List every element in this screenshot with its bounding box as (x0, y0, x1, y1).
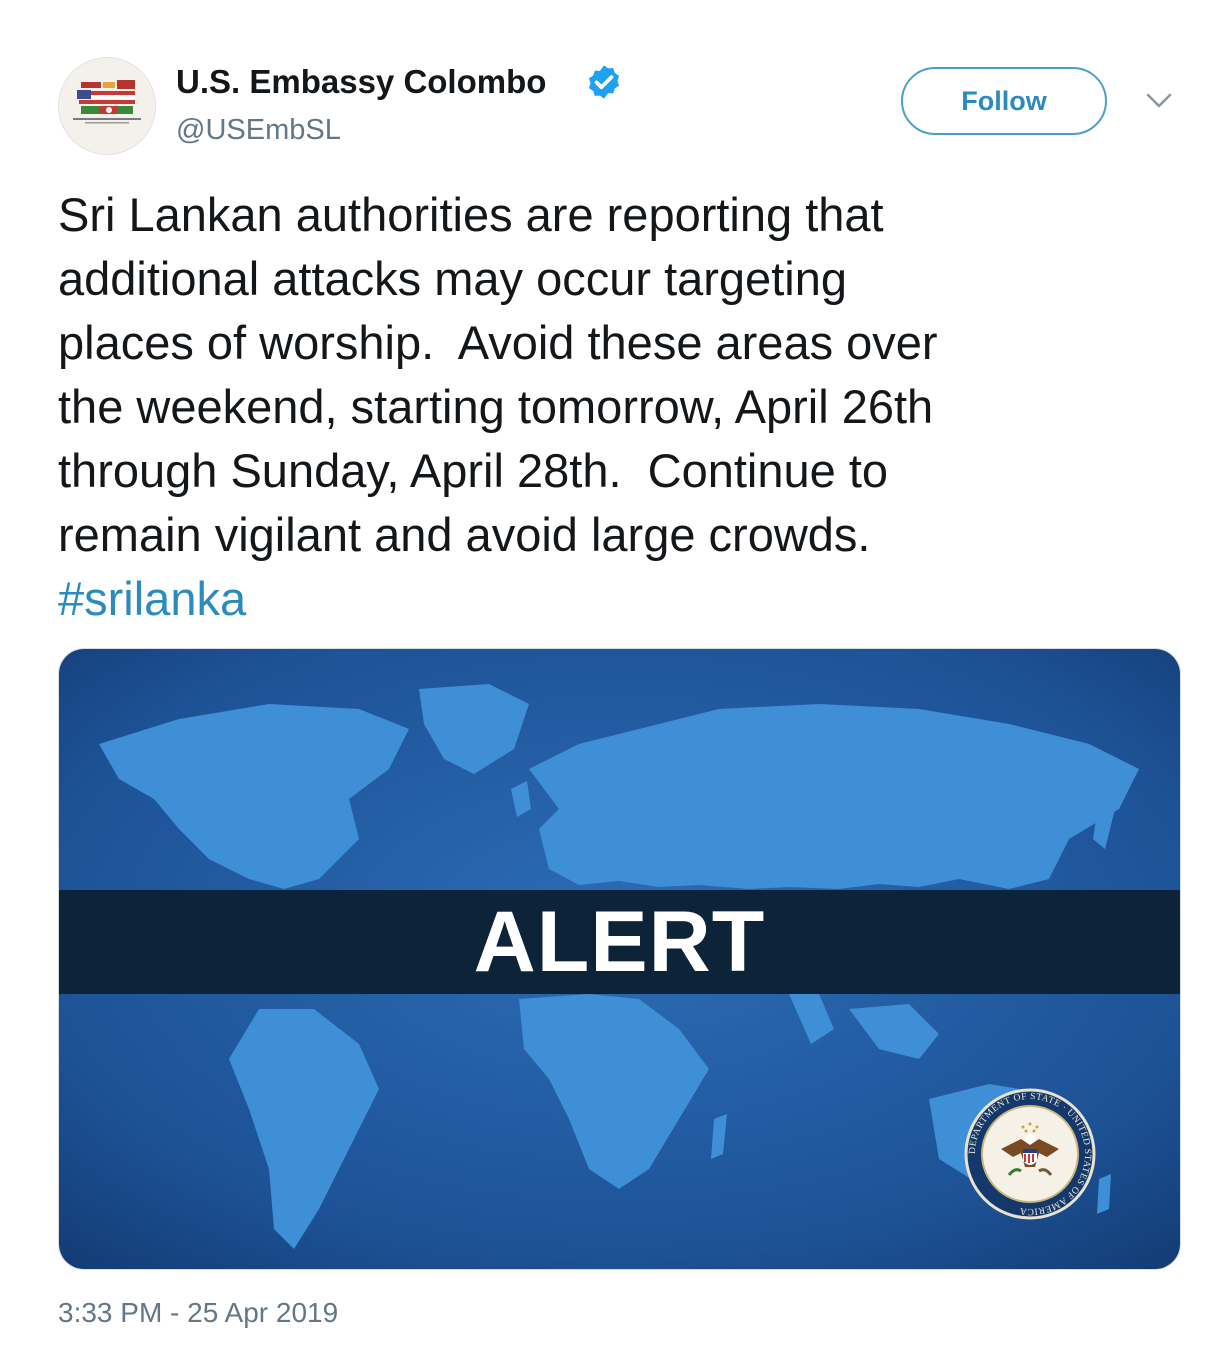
user-handle[interactable]: @USEmbSL (176, 110, 341, 150)
profile-avatar[interactable] (58, 57, 156, 155)
alert-banner: ALERT (59, 890, 1180, 994)
tweet-media-image[interactable]: ALERT DEPARTMENT OF STATE · UNITED STATE… (58, 648, 1181, 1270)
chevron-down-icon[interactable] (1146, 92, 1172, 110)
tweet-card: U.S. Embassy Colombo @USEmbSL Follow Sri… (0, 0, 1226, 1356)
display-name[interactable]: U.S. Embassy Colombo (176, 60, 546, 104)
follow-button[interactable]: Follow (901, 67, 1107, 135)
department-of-state-seal-icon: DEPARTMENT OF STATE · UNITED STATES OF A… (964, 1088, 1096, 1220)
verified-badge-icon (588, 65, 620, 99)
embassy-flags-logo (59, 58, 155, 154)
tweet-text: Sri Lankan authorities are reporting tha… (58, 188, 938, 561)
tweet-body: Sri Lankan authorities are reporting tha… (58, 183, 1178, 631)
hashtag-link[interactable]: #srilanka (58, 572, 246, 625)
alert-text: ALERT (473, 894, 766, 990)
tweet-timestamp[interactable]: 3:33 PM - 25 Apr 2019 (58, 1293, 338, 1333)
